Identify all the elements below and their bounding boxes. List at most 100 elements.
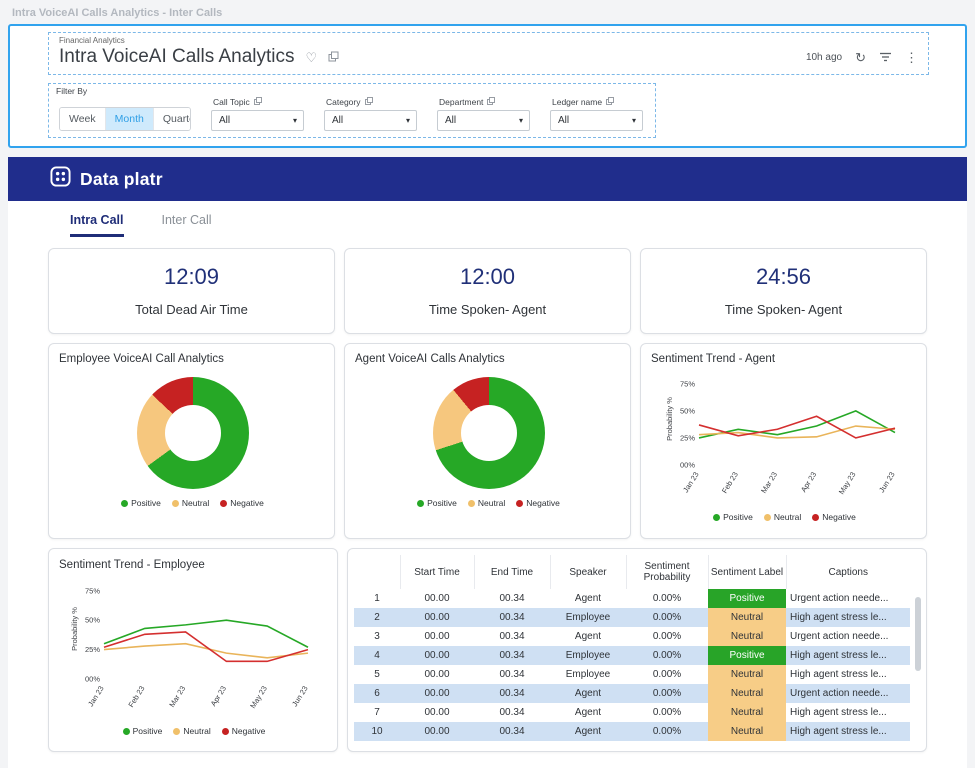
negative-dot xyxy=(812,513,820,521)
table-row[interactable]: 4 00.00 00.34 Employee 0.00% Positive High age… xyxy=(354,646,910,665)
table-header-row: Start Time End Time Speaker Sentiment Pr… xyxy=(354,555,910,589)
caption-cell: High agent stress le... xyxy=(790,612,887,623)
bottom-row: Sentiment Trend - Employee Probability %… xyxy=(48,548,927,752)
svg-text:Probability %: Probability % xyxy=(70,607,79,651)
positive-dot xyxy=(121,499,129,507)
col-start-time: Start Time xyxy=(400,555,475,589)
col-index xyxy=(354,555,401,589)
employee-sentiment-trend-card: Sentiment Trend - Employee Probability %… xyxy=(48,548,338,752)
report-header-card: Financial Analytics Intra VoiceAI Calls … xyxy=(8,24,967,148)
period-quarter-button[interactable]: Quarter xyxy=(153,108,190,130)
table-scrollbar[interactable] xyxy=(915,597,921,671)
chart-title: Sentiment Trend - Employee xyxy=(59,559,205,571)
dashboard-content: Intra Call Inter Call 12:09 Total Dead A… xyxy=(8,201,967,768)
favorite-heart-icon[interactable]: ♡ xyxy=(306,51,318,64)
category-select[interactable]: All ▾ xyxy=(324,110,417,131)
kpi-time-spoken-agent-1: 12:00 Time Spoken- Agent xyxy=(344,248,631,334)
chart-legend: Positive Neutral Negative xyxy=(59,498,326,508)
window-title: Intra VoiceAI Calls Analytics - Inter Ca… xyxy=(12,7,223,19)
svg-text:25%: 25% xyxy=(679,433,694,442)
caption-cell: High agent stress le... xyxy=(790,650,887,661)
negative-dot xyxy=(220,499,228,507)
table-row[interactable]: 6 00.00 00.34 Agent 0.00% Neutral Urgent actio… xyxy=(354,684,910,703)
page-title: Intra VoiceAI Calls Analytics xyxy=(59,46,295,67)
period-week-button[interactable]: Week xyxy=(60,108,106,130)
app-window: Intra VoiceAI Calls Analytics - Inter Ca… xyxy=(0,0,975,768)
sentiment-label-cell: Neutral xyxy=(708,665,786,684)
svg-text:75%: 75% xyxy=(85,586,100,595)
ledger-name-select[interactable]: All ▾ xyxy=(550,110,643,131)
period-month-button[interactable]: Month xyxy=(105,108,154,130)
chevron-down-icon: ▾ xyxy=(292,116,297,125)
tab-bar: Intra Call Inter Call xyxy=(48,213,927,237)
filter-lines-icon[interactable] xyxy=(879,51,892,64)
sentiment-label-cell: Neutral xyxy=(708,703,786,722)
svg-text:Apr 23: Apr 23 xyxy=(798,470,817,494)
report-title-section: Financial Analytics Intra VoiceAI Calls … xyxy=(48,32,929,75)
table-row[interactable]: 3 00.00 00.34 Agent 0.00% Neutral Urgent actio… xyxy=(354,627,910,646)
refresh-icon[interactable]: ↻ xyxy=(855,51,866,64)
svg-text:Apr 23: Apr 23 xyxy=(209,684,228,708)
link-icon xyxy=(364,97,373,107)
caption-cell: Urgent action neede... xyxy=(790,631,889,642)
kpi-value: 24:56 xyxy=(755,264,812,289)
svg-text:25%: 25% xyxy=(85,645,100,654)
table-row[interactable]: 7 00.00 00.34 Agent 0.00% Neutral High agent s… xyxy=(354,703,910,722)
svg-text:May 23: May 23 xyxy=(836,470,857,496)
kpi-total-dead-air: 12:09 Total Dead Air Time xyxy=(48,248,335,334)
col-sentiment-label: Sentiment Label xyxy=(708,555,787,589)
kpi-value: 12:09 xyxy=(163,264,220,289)
filter-by-label: Filter By xyxy=(56,86,88,96)
copy-icon[interactable] xyxy=(328,51,339,64)
svg-text:Mar 23: Mar 23 xyxy=(759,470,779,495)
agent-sentiment-line-chart: Probability % 00% 25% 50% 75% Jan 23 Feb 23 Mar… xyxy=(665,379,897,496)
agent-donut-card: Agent VoiceAI Calls Analytics Positive N… xyxy=(344,343,631,539)
kebab-menu-icon[interactable]: ⋮ xyxy=(905,51,918,64)
tab-inter-call[interactable]: Inter Call xyxy=(162,213,212,237)
neutral-dot xyxy=(763,513,771,521)
period-segmented-control: Week Month Quarter Year xyxy=(59,107,191,131)
kpi-row: 12:09 Total Dead Air Time 12:00 Time Spo… xyxy=(48,248,927,334)
svg-text:50%: 50% xyxy=(679,406,694,415)
department-label: Department xyxy=(439,97,484,107)
ledger-name-label: Ledger name xyxy=(552,97,603,107)
ledger-name-filter: Ledger name All ▾ xyxy=(550,97,643,131)
call-topic-select[interactable]: All ▾ xyxy=(211,110,304,131)
sentiment-label-cell: Positive xyxy=(708,589,786,608)
sentiment-label-cell: Neutral xyxy=(708,722,786,741)
kpi-label: Time Spoken- Agent xyxy=(724,302,843,317)
employee-donut-card: Employee VoiceAI Call Analytics Positive… xyxy=(48,343,335,539)
chart-legend: Positive Neutral Negative xyxy=(355,498,622,508)
sentiment-label-cell: Neutral xyxy=(708,608,786,627)
chevron-down-icon: ▾ xyxy=(518,116,523,125)
svg-text:Jan 23: Jan 23 xyxy=(681,470,701,494)
department-filter: Department All ▾ xyxy=(437,97,530,131)
caption-cell: High agent stress le... xyxy=(790,707,887,718)
chart-title: Employee VoiceAI Call Analytics xyxy=(59,353,224,365)
table-row[interactable]: 5 00.00 00.34 Employee 0.00% Neutral High agen… xyxy=(354,665,910,684)
table-row[interactable]: 10 00.00 00.34 Agent 0.00% Neutral High agent … xyxy=(354,722,910,741)
category-filter: Category All ▾ xyxy=(324,97,417,131)
table-row[interactable]: 2 00.00 00.34 Employee 0.00% Neutral High agen… xyxy=(354,608,910,627)
col-captions: Captions xyxy=(828,566,868,578)
tab-intra-call[interactable]: Intra Call xyxy=(70,213,124,237)
department-select[interactable]: All ▾ xyxy=(437,110,530,131)
sentiment-label-cell: Neutral xyxy=(708,627,786,646)
neutral-dot xyxy=(173,727,181,735)
chevron-down-icon: ▾ xyxy=(405,116,410,125)
call-table-body: 1 00.00 00.34 Agent 0.00% Positive Urgent acti… xyxy=(354,589,910,741)
svg-text:Feb 23: Feb 23 xyxy=(126,684,146,709)
category-label: Category xyxy=(326,97,361,107)
chart-legend: Positive Neutral Negative xyxy=(59,726,329,736)
sentiment-label-cell: Positive xyxy=(708,646,786,665)
col-end-time: End Time xyxy=(474,555,551,589)
agent-sentiment-trend-card: Sentiment Trend - Agent Probability % 00%… xyxy=(640,343,927,539)
caption-cell: High agent stress le... xyxy=(790,669,887,680)
call-topic-filter: Call Topic All ▾ xyxy=(211,97,304,131)
brand-navbar: Data platr xyxy=(8,157,967,201)
caption-cell: High agent stress le... xyxy=(790,726,887,737)
kpi-label: Total Dead Air Time xyxy=(135,302,248,317)
svg-text:Mar 23: Mar 23 xyxy=(167,684,187,709)
svg-text:Jun 23: Jun 23 xyxy=(290,684,310,708)
table-row[interactable]: 1 00.00 00.34 Agent 0.00% Positive Urgent acti… xyxy=(354,589,910,608)
